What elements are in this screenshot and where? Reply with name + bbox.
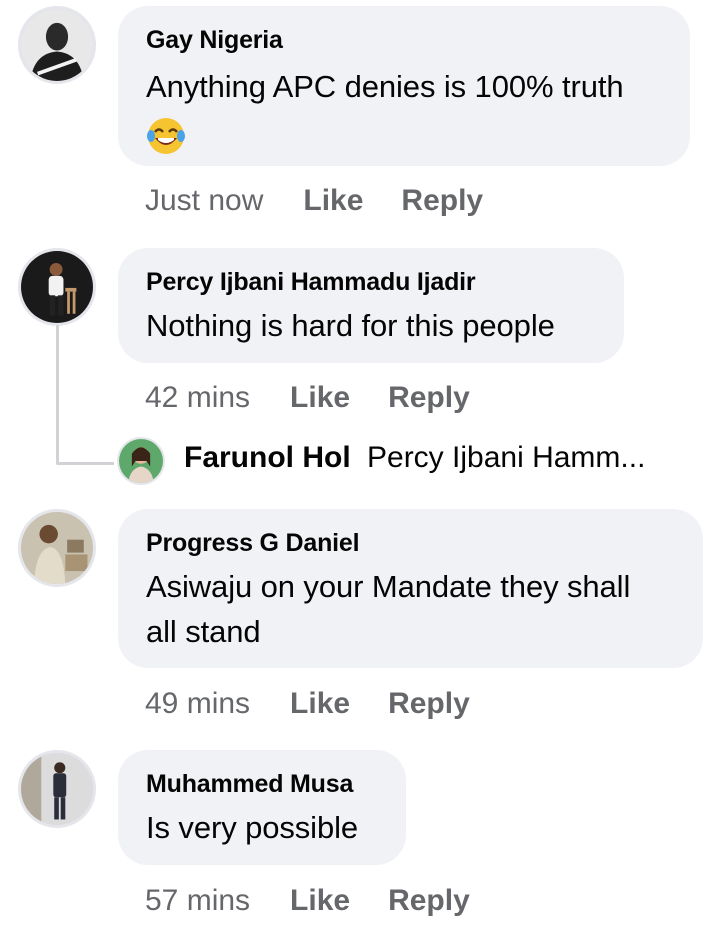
comment-author[interactable]: Percy Ijbani Hammadu Ijadir [146,268,476,297]
like-button[interactable]: Like [303,184,363,218]
avatar[interactable] [18,6,96,84]
profile-photo [21,9,93,81]
comment-actions: 49 mins Like Reply [145,684,470,724]
comment-bubble: Percy Ijbani Hammadu Ijadir Nothing is h… [118,248,624,363]
comment-timestamp[interactable]: 42 mins [145,381,250,415]
comment-text: Nothing is hard for this people [146,308,555,343]
comment-text: Is very possible [146,810,359,845]
avatar[interactable] [18,248,96,326]
comment-timestamp[interactable]: Just now [145,184,263,218]
comment-text: Asiwaju on your Mandate they shall [146,569,631,604]
comment-text: all stand [146,614,261,649]
reply-thread-connector [56,325,114,465]
profile-photo [119,439,163,483]
comment-bubble: Progress G Daniel Asiwaju on your Mandat… [118,509,703,668]
profile-photo [21,512,93,584]
comment-actions: 42 mins Like Reply [145,378,470,418]
comment-actions: Just now Like Reply [145,181,483,221]
comment-timestamp[interactable]: 49 mins [145,687,250,721]
profile-photo [21,251,93,323]
comment-actions: 57 mins Like Reply [145,881,470,921]
avatar[interactable] [18,750,96,828]
reply-button[interactable]: Reply [388,687,470,721]
comment-author[interactable]: Muhammed Musa [146,770,353,799]
like-button[interactable]: Like [290,687,350,721]
reply-preview-text[interactable]: Percy Ijbani Hamm... [367,441,645,474]
comment-bubble: Gay Nigeria Anything APC denies is 100% … [118,6,690,166]
laughing-tears-emoji-icon [147,118,185,154]
reply-author[interactable]: Farunol Hol [184,441,351,474]
avatar[interactable] [18,509,96,587]
reply-preview[interactable]: Farunol Hol Percy Ijbani Hamm... [184,441,645,475]
comment-author[interactable]: Gay Nigeria [146,26,283,55]
comment-bubble: Muhammed Musa Is very possible [118,750,406,865]
like-button[interactable]: Like [290,381,350,415]
reply-avatar[interactable] [117,437,165,485]
reply-button[interactable]: Reply [388,381,470,415]
reply-button[interactable]: Reply [401,184,483,218]
comment-text: Anything APC denies is 100% truth [146,69,624,104]
profile-photo [21,753,93,825]
reply-button[interactable]: Reply [388,884,470,918]
comment-timestamp[interactable]: 57 mins [145,884,250,918]
comment-author[interactable]: Progress G Daniel [146,529,360,558]
like-button[interactable]: Like [290,884,350,918]
